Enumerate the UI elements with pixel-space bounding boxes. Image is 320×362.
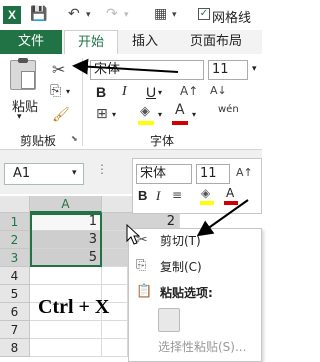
arrow-to-cut-menu [196,199,249,237]
arrow-to-cut-button [72,58,179,75]
mouse-cursor-icon [126,224,140,245]
annotation-arrows [72,58,249,237]
